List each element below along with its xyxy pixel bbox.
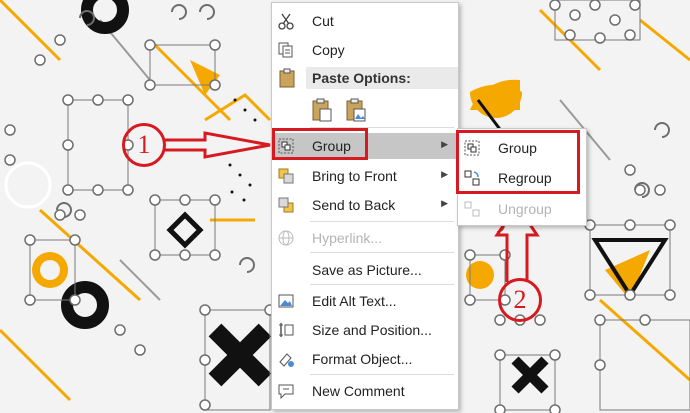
menu-item-label: Send to Back bbox=[312, 197, 396, 213]
submenu-item-ungroup: Ungroup bbox=[458, 196, 586, 222]
menu-item-bring-to-front[interactable]: Bring to Front ▶ bbox=[272, 163, 458, 189]
menu-separator bbox=[310, 221, 454, 222]
menu-item-label: Cut bbox=[312, 13, 334, 29]
paste-options-label: Paste Options: bbox=[312, 70, 411, 86]
paste-option-picture[interactable] bbox=[344, 97, 368, 123]
menu-separator bbox=[310, 284, 454, 285]
menu-item-size-and-position[interactable]: Size and Position... bbox=[272, 317, 458, 343]
scissors-icon bbox=[277, 12, 295, 30]
submenu-item-label: Ungroup bbox=[498, 201, 552, 217]
menu-item-send-to-back[interactable]: Send to Back ▶ bbox=[272, 192, 458, 218]
step-2-marker: 2 bbox=[498, 278, 542, 322]
menu-item-edit-alt-text[interactable]: Edit Alt Text... bbox=[272, 288, 458, 314]
step-1-marker: 1 bbox=[122, 123, 166, 167]
paste-option-keep-source[interactable] bbox=[310, 97, 334, 123]
menu-item-label: Hyperlink... bbox=[312, 230, 383, 246]
menu-item-hyperlink: Hyperlink... bbox=[272, 225, 458, 251]
submenu-arrow-icon: ▶ bbox=[441, 198, 448, 208]
size-position-icon bbox=[277, 321, 295, 339]
menu-item-label: Size and Position... bbox=[312, 322, 432, 338]
send-to-back-icon bbox=[277, 196, 295, 214]
menu-item-label: Edit Alt Text... bbox=[312, 293, 397, 309]
menu-item-label: Copy bbox=[312, 42, 345, 58]
menu-item-label: Bring to Front bbox=[312, 168, 397, 184]
hyperlink-icon bbox=[277, 229, 295, 247]
menu-item-label: Format Object... bbox=[312, 351, 413, 367]
alt-text-icon bbox=[277, 292, 295, 310]
copy-icon bbox=[277, 41, 295, 59]
menu-item-copy[interactable]: Copy bbox=[272, 37, 458, 63]
clipboard-icon bbox=[278, 68, 296, 93]
format-object-icon bbox=[277, 350, 295, 368]
menu-separator bbox=[310, 374, 454, 375]
menu-separator bbox=[310, 252, 454, 253]
submenu-arrow-icon: ▶ bbox=[441, 139, 448, 149]
menu-item-new-comment[interactable]: New Comment bbox=[272, 378, 458, 404]
context-menu: Cut Copy Paste Options: Group ▶ Bring to… bbox=[271, 2, 459, 410]
highlight-box-group bbox=[272, 128, 368, 160]
menu-item-label: Save as Picture... bbox=[312, 262, 422, 278]
ungroup-icon bbox=[463, 200, 481, 218]
menu-item-save-as-picture[interactable]: Save as Picture... bbox=[272, 257, 458, 283]
menu-item-label: New Comment bbox=[312, 383, 405, 399]
paste-options-header: Paste Options: bbox=[306, 67, 458, 89]
bring-to-front-icon bbox=[277, 167, 295, 185]
menu-item-format-object[interactable]: Format Object... bbox=[272, 346, 458, 372]
menu-item-cut[interactable]: Cut bbox=[272, 8, 458, 34]
new-comment-icon bbox=[277, 382, 295, 400]
highlight-box-submenu bbox=[456, 130, 580, 194]
submenu-arrow-icon: ▶ bbox=[441, 169, 448, 179]
